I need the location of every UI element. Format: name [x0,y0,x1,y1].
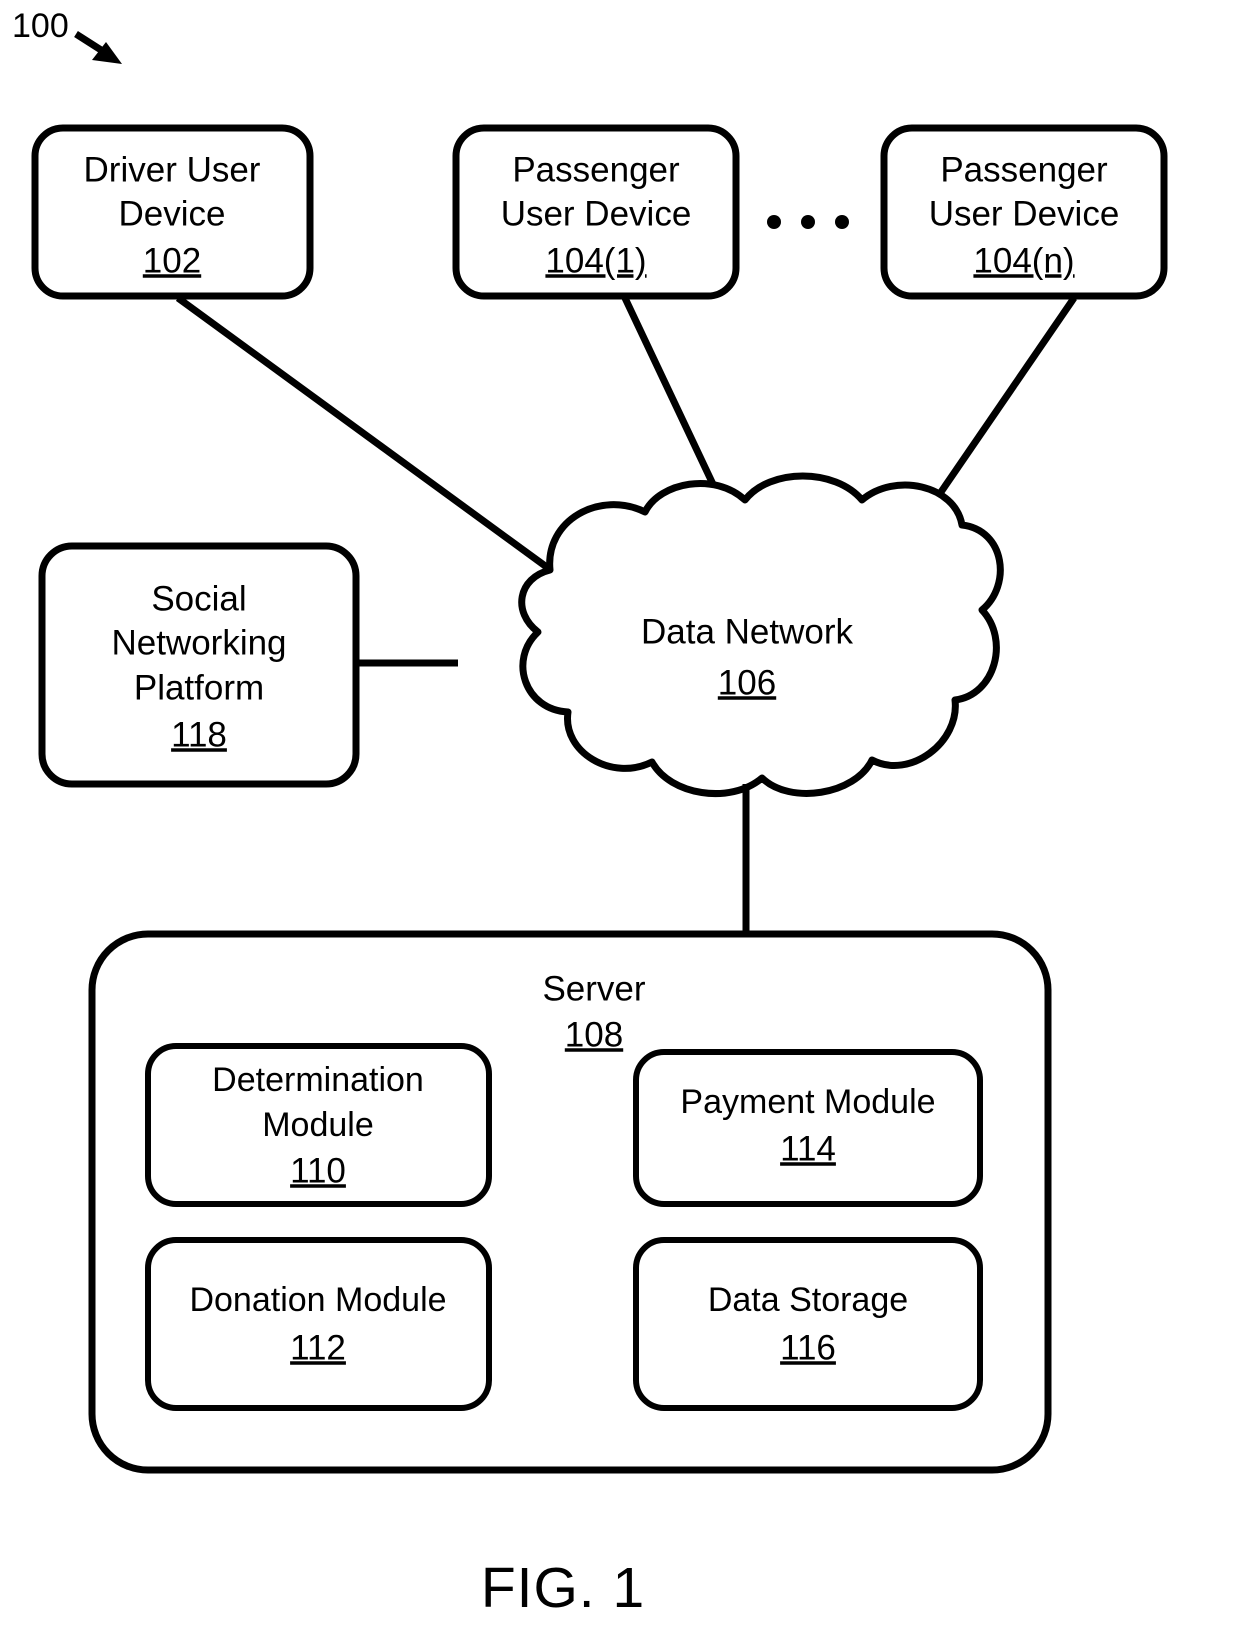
driver-user-device-line2: Device [119,194,226,233]
passenger-user-device-1-line2: User Device [501,194,692,233]
donation-module-box[interactable] [145,1237,492,1411]
connector-driver-to-network [175,295,551,571]
node-passenger-user-device-1[interactable]: Passenger User Device 104(1) [452,124,740,300]
node-passenger-user-device-n[interactable]: Passenger User Device 104(n) [880,124,1168,300]
social-networking-platform-line2: Networking [111,623,286,662]
figure-caption: FIG. 1 [481,1556,645,1620]
node-social-networking-platform[interactable]: Social Networking Platform 118 [38,542,360,788]
callout-arrow-icon [74,31,122,64]
passenger-user-device-1-line1: Passenger [512,150,680,189]
system-callout-label: 100 [12,7,69,45]
data-storage-ref: 116 [780,1328,836,1367]
driver-user-device-line1: Driver User [84,150,261,189]
server-ref: 108 [565,1015,623,1054]
social-networking-platform-line1: Social [151,579,246,618]
data-storage-line1: Data Storage [708,1281,908,1319]
data-storage-box[interactable] [633,1237,983,1411]
node-payment-module[interactable]: Payment Module 114 [633,1049,983,1207]
driver-user-device-ref: 102 [143,241,201,280]
system-callout: 100 [12,7,122,64]
node-determination-module[interactable]: Determination Module 110 [145,1043,492,1207]
determination-module-ref: 110 [290,1151,346,1190]
payment-module-box[interactable] [633,1049,983,1207]
passenger-devices-ellipsis [767,215,849,229]
donation-module-ref: 112 [290,1328,346,1367]
data-network-ref: 106 [718,663,776,702]
patent-figure-1: 100 Driver User Device 102 Passenger Use… [12,7,1168,1620]
passenger-user-device-1-ref: 104(1) [545,241,646,280]
node-data-storage[interactable]: Data Storage 116 [633,1237,983,1411]
server-label: Server [542,969,645,1008]
passenger-user-device-n-ref: 104(n) [973,241,1074,280]
node-server[interactable]: Server 108 Determination Module 110 Paym… [88,930,1052,1474]
passenger-user-device-n-line2: User Device [929,194,1120,233]
donation-module-line1: Donation Module [189,1281,446,1319]
determination-module-line2: Module [262,1106,374,1144]
social-networking-platform-line3: Platform [134,668,264,707]
payment-module-line1: Payment Module [680,1083,935,1121]
payment-module-ref: 114 [780,1129,836,1168]
node-driver-user-device[interactable]: Driver User Device 102 [31,124,314,300]
node-data-network[interactable]: Data Network 106 [518,472,1004,797]
determination-module-line1: Determination [212,1061,424,1099]
node-donation-module[interactable]: Donation Module 112 [145,1237,492,1411]
social-networking-platform-ref: 118 [171,715,227,754]
data-network-label: Data Network [641,612,854,651]
passenger-user-device-n-line1: Passenger [940,150,1108,189]
